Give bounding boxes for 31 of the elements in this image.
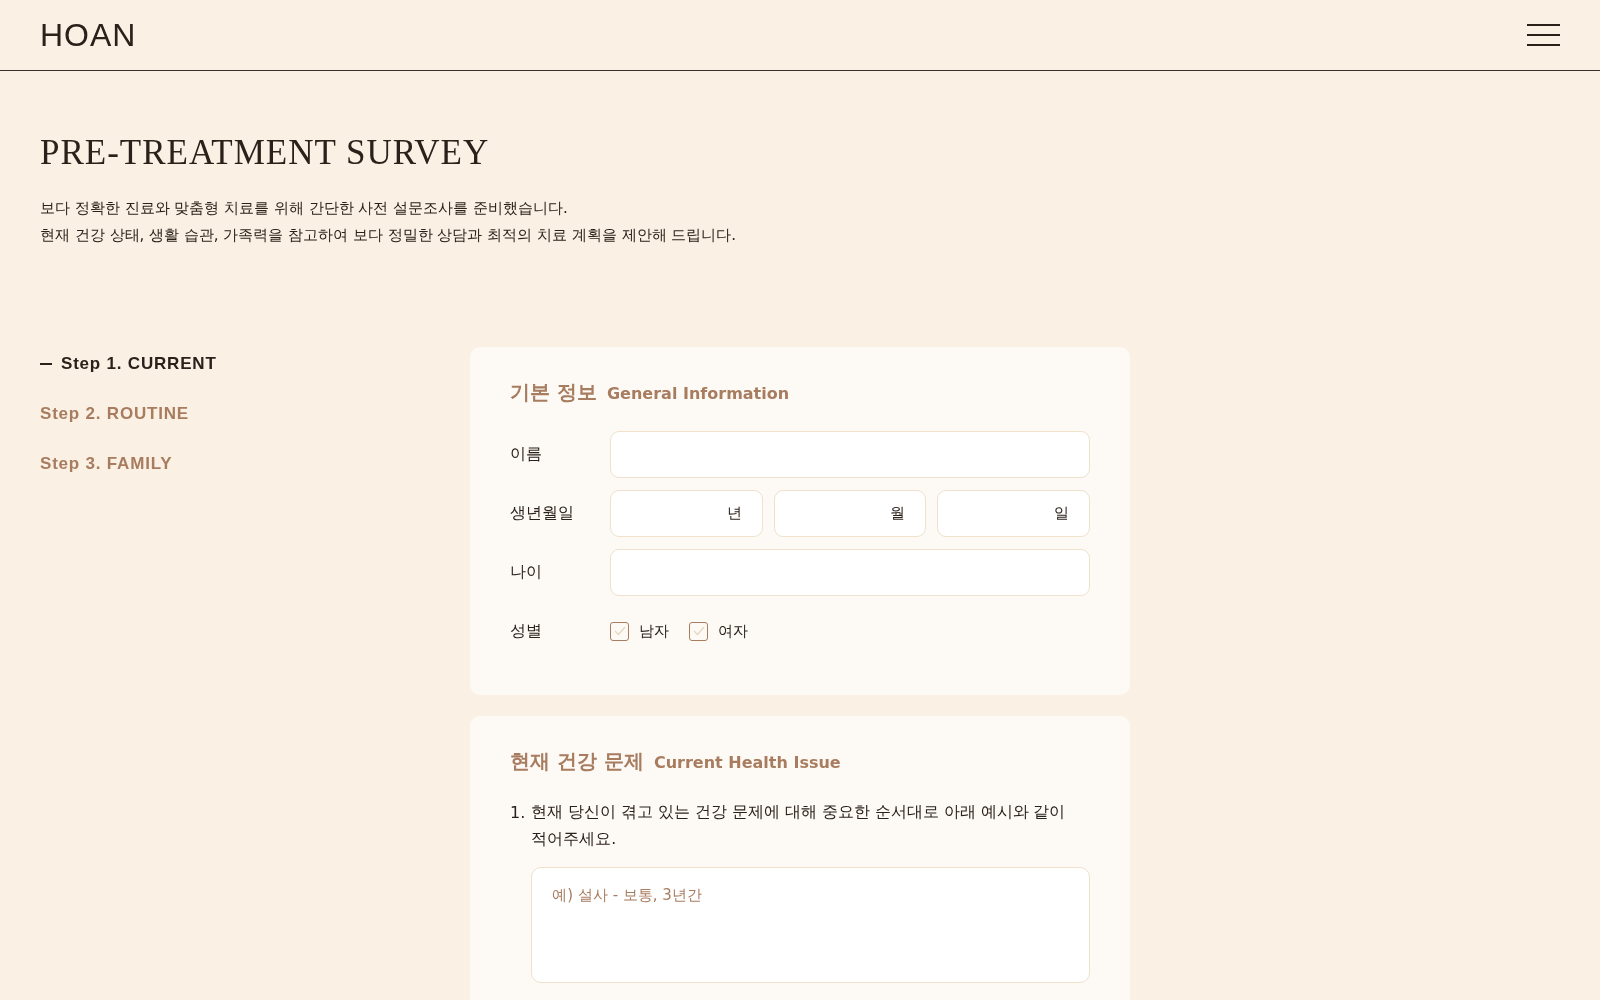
step-link[interactable]: Step 1. CURRENT [40, 354, 217, 374]
section-subtitle: General Information [606, 384, 790, 403]
unit-label: 년 [726, 503, 742, 523]
input-field[interactable]: 월 [773, 489, 927, 537]
check-icon [613, 626, 626, 636]
question-number: 1. [510, 802, 526, 824]
section-title: 기본 정보 [510, 379, 597, 406]
description-text: 보다 정확한 진료와 맞춤형 치료를 위해 간단한 사전 설문조사를 준비했습니다. [40, 198, 569, 219]
checkbox[interactable] [610, 621, 629, 641]
input-field[interactable] [610, 548, 1090, 596]
unit-label: 일 [1054, 503, 1069, 523]
page-title: PRE-TREATMENT SURVEY [40, 133, 491, 173]
logo[interactable]: HOAN [40, 16, 137, 54]
input-field[interactable] [610, 430, 1090, 478]
description-text: 현재 건강 상태, 생활 습관, 가족력을 참고하여 보다 정밀한 상담과 최적의 치료 계획을 제안해 드립니다. [40, 225, 738, 246]
unit-label: 월 [890, 503, 906, 523]
field-label: 이름 [510, 443, 543, 465]
field-label: 성별 [510, 620, 543, 642]
field-label: 생년월일 [510, 502, 575, 524]
field-label: 나이 [510, 561, 543, 583]
menu-icon[interactable] [1527, 24, 1560, 46]
question-text: 현재 당신이 겪고 있는 건강 문제에 대해 중요한 순서대로 아래 예시와 같이 적어주세요. [531, 802, 1067, 850]
option-label: 남자 [639, 621, 669, 641]
input-field[interactable]: 일 [937, 489, 1090, 537]
section-subtitle: Current Health Issue [653, 753, 841, 772]
check-icon [692, 626, 705, 636]
section-title: 현재 건강 문제 [510, 748, 644, 775]
option-label: 여자 [718, 621, 748, 641]
input-field[interactable]: 년 [610, 489, 763, 537]
answer-box[interactable]: 예) 설사 - 보통, 3년간 [531, 867, 1090, 983]
checkbox[interactable] [689, 621, 708, 641]
